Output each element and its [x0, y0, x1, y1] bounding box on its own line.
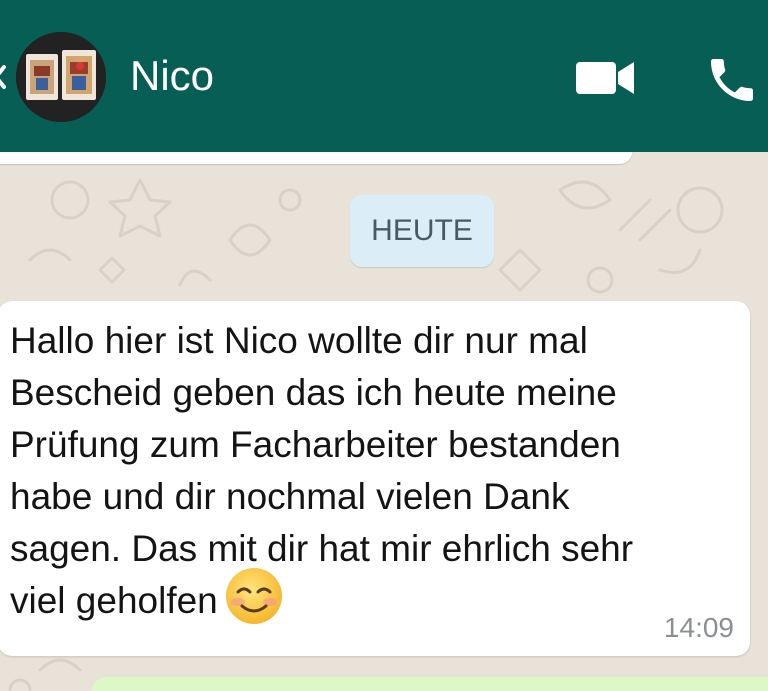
- avatar[interactable]: [16, 32, 106, 122]
- chat-header: Nico: [0, 0, 768, 152]
- next-outgoing-message-bubble: [92, 677, 768, 691]
- video-camera-icon[interactable]: [576, 60, 636, 96]
- arrow-left-icon[interactable]: [0, 64, 8, 90]
- date-divider: HEUTE: [350, 195, 494, 267]
- chat-screen: Nico HEUTE Hallo hier ist Nico wollte di…: [0, 0, 768, 691]
- message-text: Hallo hier ist Nico wollte dir nur mal B…: [10, 320, 634, 621]
- contact-name[interactable]: Nico: [130, 52, 214, 100]
- message-text-block: Hallo hier ist Nico wollte dir nur mal B…: [10, 315, 740, 627]
- phone-icon[interactable]: [704, 52, 760, 108]
- incoming-message-bubble[interactable]: Hallo hier ist Nico wollte dir nur mal B…: [0, 301, 750, 656]
- smiling-face-with-smiling-eyes-icon: [225, 568, 282, 625]
- message-timestamp: 14:09: [663, 612, 734, 643]
- avatar-playing-cards-image: [16, 32, 106, 122]
